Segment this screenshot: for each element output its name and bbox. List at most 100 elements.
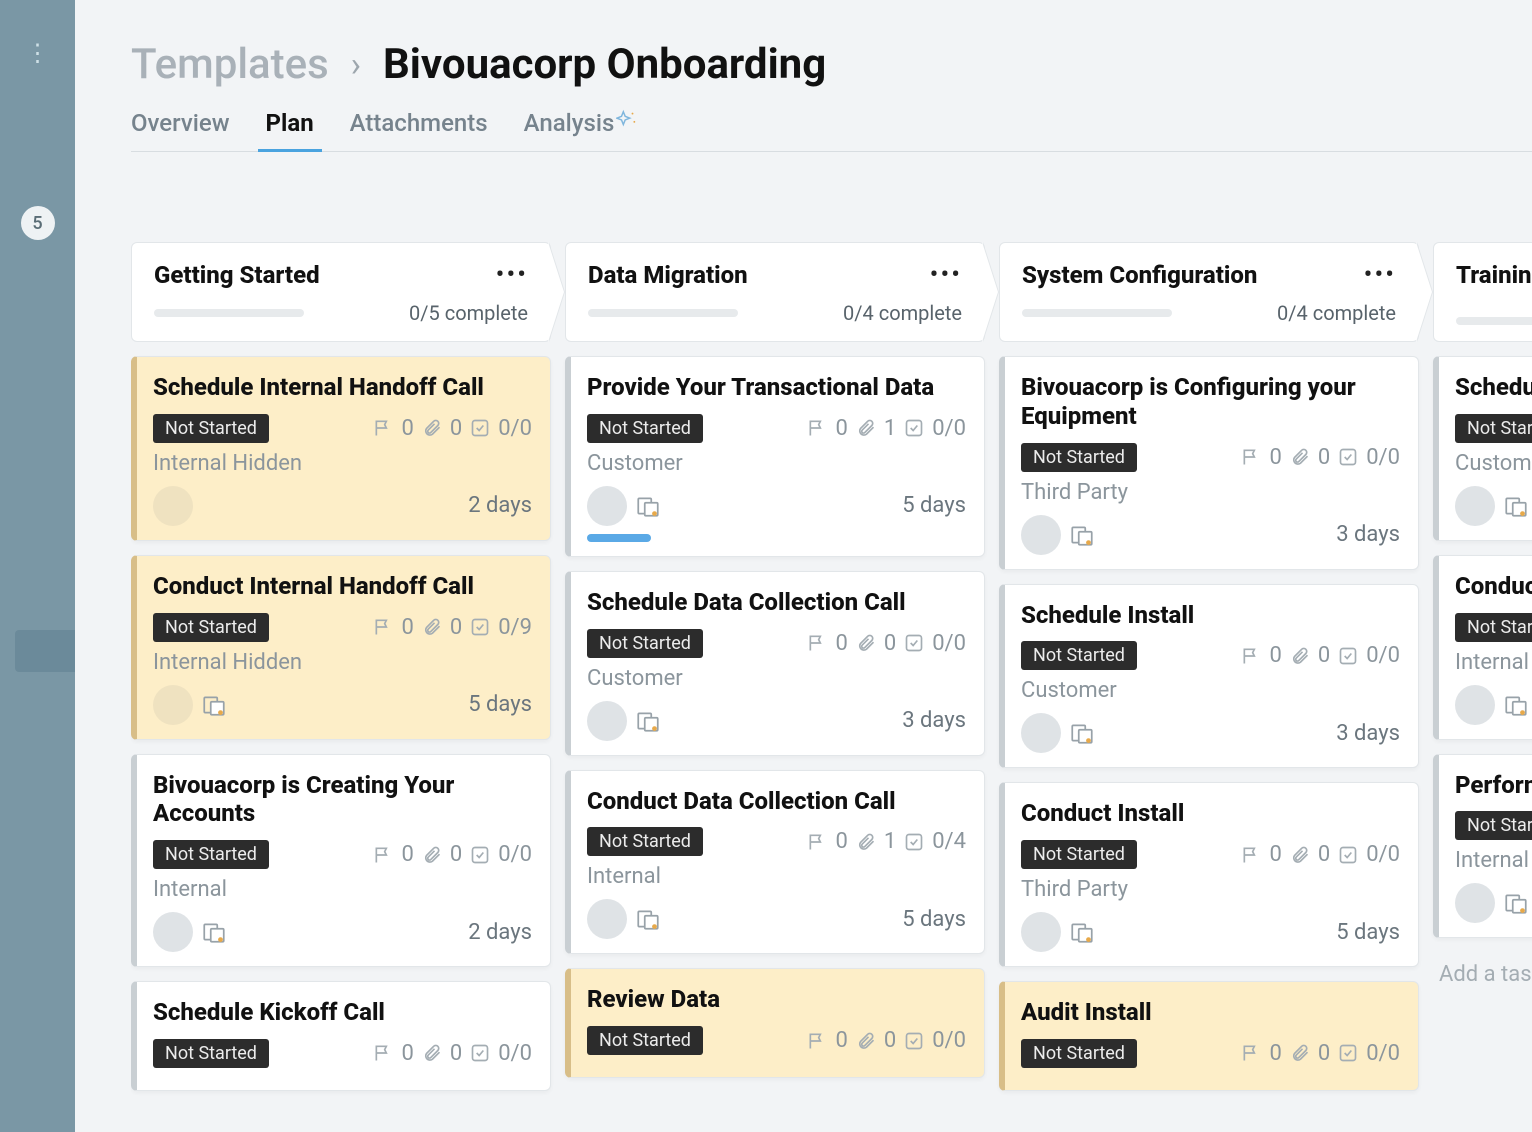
attachment-count: 0 <box>1318 643 1330 668</box>
dependency-icon <box>1503 493 1529 519</box>
status-badge: Not Started <box>587 629 703 658</box>
task-metrics: 000/9 <box>373 615 532 640</box>
sparkle-icon <box>616 109 638 136</box>
stage-header[interactable]: Data Migration•••0/4 complete <box>565 242 985 342</box>
card-list: Provide Your Transactional DataNot Start… <box>565 356 985 1078</box>
flag-count: 0 <box>401 1041 413 1066</box>
task-title: Audit Install <box>1021 998 1400 1027</box>
stage-header[interactable]: Getting Started•••0/5 complete <box>131 242 551 342</box>
attachment-count: 0 <box>1318 842 1330 867</box>
checklist-icon <box>470 1043 490 1063</box>
flag-count: 0 <box>1269 1041 1281 1066</box>
tab-plan[interactable]: Plan <box>266 109 314 151</box>
checklist-icon <box>470 845 490 865</box>
avatar[interactable] <box>1455 685 1495 725</box>
avatar[interactable] <box>587 486 627 526</box>
add-task-input[interactable]: Add a task.... <box>1433 952 1532 997</box>
task-card[interactable]: Conduct InstallNot Started000/0Third Par… <box>999 782 1419 967</box>
task-card[interactable]: Conduct Internal Handoff CallNot Started… <box>131 555 551 740</box>
flag-count: 0 <box>401 842 413 867</box>
tab-attachments[interactable]: Attachments <box>350 109 488 151</box>
avatar[interactable] <box>153 486 193 526</box>
avatar[interactable] <box>587 701 627 741</box>
task-visibility: Customer <box>1455 451 1532 476</box>
sidebar-count-badge[interactable]: 5 <box>21 206 55 240</box>
checklist-count: 0/0 <box>498 416 532 441</box>
breadcrumb-templates[interactable]: Templates <box>131 40 329 89</box>
task-metrics: 010/0 <box>807 416 966 441</box>
checklist-icon <box>904 418 924 438</box>
chevron-right-icon: › <box>351 45 361 85</box>
tab-analysis[interactable]: Analysis <box>524 109 639 151</box>
task-card[interactable]: Review DataNot Started000/0 <box>565 968 985 1078</box>
attachment-count: 0 <box>450 416 462 441</box>
dependency-icon <box>201 692 227 718</box>
avatar[interactable] <box>153 685 193 725</box>
card-list: Bivouacorp is Configuring your Equipment… <box>999 356 1419 1091</box>
paperclip-icon <box>422 617 442 637</box>
task-metrics: 0 0 0/0 <box>1241 643 1400 668</box>
kebab-icon[interactable]: ••• <box>496 270 528 280</box>
task-duration: 5 days <box>1336 920 1400 945</box>
task-title: Schedule Install <box>1021 601 1400 630</box>
task-metrics: 000/0 <box>807 631 966 656</box>
task-card[interactable]: Perform DryNot StartedInternal <box>1433 754 1532 939</box>
task-card[interactable]: Conduct Data Collection Call Not Started 0… <box>565 770 985 955</box>
flag-count: 0 <box>1269 643 1281 668</box>
avatar[interactable] <box>1021 713 1061 753</box>
sidebar-active-indicator <box>15 630 75 672</box>
task-card[interactable]: Bivouacorp is Configuring your Equipment… <box>999 356 1419 570</box>
checklist-icon <box>1338 845 1358 865</box>
checklist-icon <box>1338 1043 1358 1063</box>
task-title: Conduct Install <box>1021 799 1400 828</box>
task-card[interactable]: Schedule Internal Handoff CallNot Starte… <box>131 356 551 541</box>
kebab-icon[interactable]: ••• <box>930 270 962 280</box>
avatar[interactable] <box>1021 912 1061 952</box>
task-card[interactable]: Conduct TraNot StartedInternal <box>1433 555 1532 740</box>
flag-icon <box>1241 447 1261 467</box>
stage-header[interactable]: System Configuration•••0/4 complete <box>999 242 1419 342</box>
avatar[interactable] <box>587 899 627 939</box>
attachment-count: 0 <box>450 842 462 867</box>
attachment-count: 0 <box>1318 1041 1330 1066</box>
stage-header[interactable]: Training••• <box>1433 242 1532 342</box>
kebab-icon[interactable]: ••• <box>1364 270 1396 280</box>
card-list: Schedule TraNot StartedCustomer Conduct T… <box>1433 356 1532 938</box>
avatar[interactable] <box>1455 486 1495 526</box>
task-card[interactable]: Bivouacorp is Creating Your AccountsNot … <box>131 754 551 968</box>
checklist-count: 0/0 <box>1366 643 1400 668</box>
task-card[interactable]: Schedule InstallNot Started000/0Customer… <box>999 584 1419 769</box>
task-metrics: 000/0 <box>1241 1041 1400 1066</box>
flag-count: 0 <box>835 1028 847 1053</box>
task-title: Bivouacorp is Configuring your Equipment <box>1021 373 1400 431</box>
flag-count: 0 <box>401 615 413 640</box>
avatar[interactable] <box>1021 515 1061 555</box>
task-card[interactable]: Provide Your Transactional DataNot Start… <box>565 356 985 557</box>
avatar[interactable] <box>1455 883 1495 923</box>
checklist-count: 0/0 <box>1366 445 1400 470</box>
paperclip-icon <box>422 418 442 438</box>
tab-overview[interactable]: Overview <box>131 109 230 151</box>
checklist-icon <box>904 633 924 653</box>
sidebar-menu-icon[interactable]: ⋮ <box>26 50 50 56</box>
flag-icon <box>1241 845 1261 865</box>
task-card[interactable]: Schedule TraNot StartedCustomer <box>1433 356 1532 541</box>
task-metrics: 000/0 <box>1241 445 1400 470</box>
paperclip-icon <box>422 1043 442 1063</box>
avatar[interactable] <box>153 912 193 952</box>
task-title: Conduct Data Collection Call <box>587 787 966 816</box>
task-card[interactable]: Schedule Kickoff CallNot Started000/0 <box>131 981 551 1091</box>
task-card[interactable]: Audit InstallNot Started000/0 <box>999 981 1419 1091</box>
status-badge: Not Started <box>587 827 703 856</box>
stage-progress-bar <box>1022 309 1172 317</box>
stage-column: System Configuration•••0/4 complete Bivou… <box>999 242 1419 1112</box>
task-card[interactable]: Schedule Data Collection CallNot Started… <box>565 571 985 756</box>
task-metrics: 010/4 <box>807 829 966 854</box>
task-visibility: Internal Hidden <box>153 451 532 476</box>
flag-icon <box>1241 646 1261 666</box>
stage-title: Getting Started <box>154 261 320 289</box>
checklist-icon <box>1338 447 1358 467</box>
task-metrics: 000/0 <box>1241 842 1400 867</box>
flag-count: 0 <box>835 829 847 854</box>
task-visibility: Internal Hidden <box>153 650 532 675</box>
